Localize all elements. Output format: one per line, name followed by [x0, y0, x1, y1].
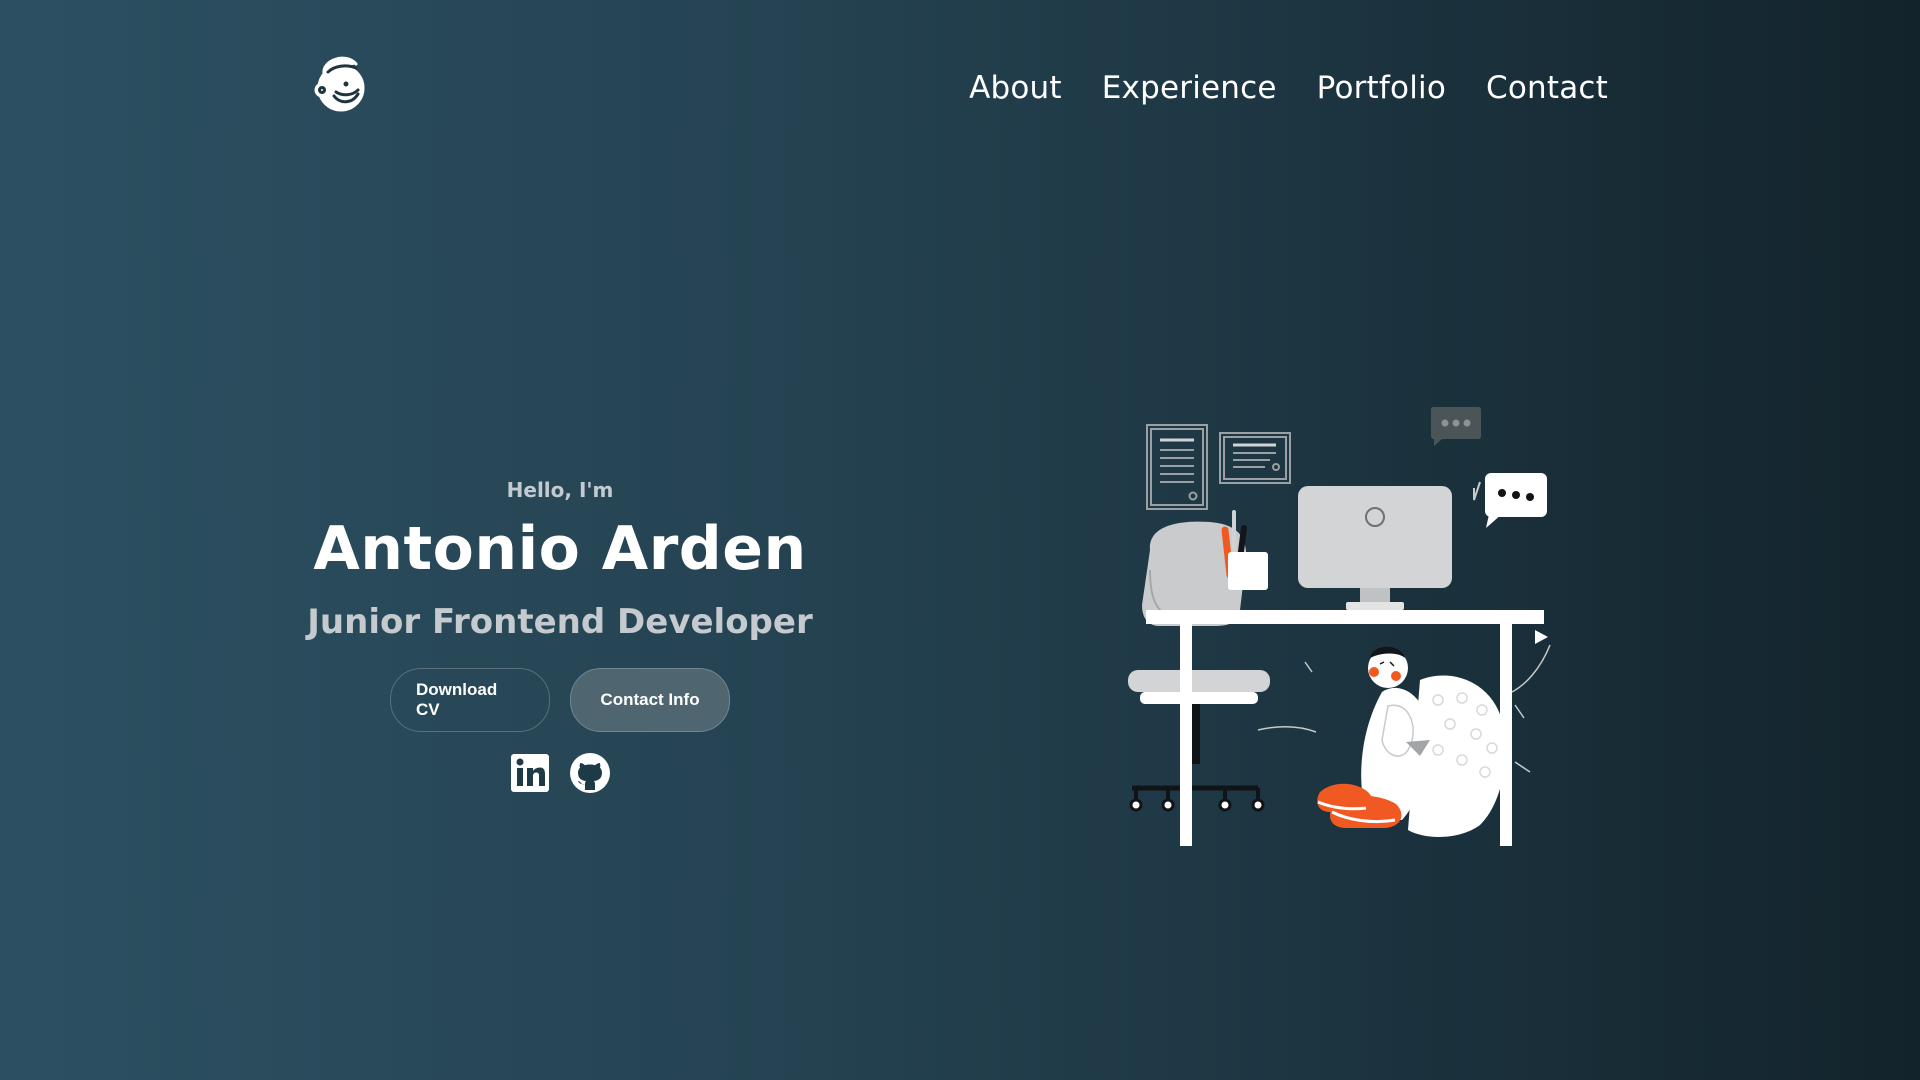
monitor-icon	[1298, 486, 1452, 610]
download-cv-button[interactable]: Download CV	[390, 668, 550, 732]
person-sitting	[1317, 646, 1506, 837]
nav-link-contact[interactable]: Contact	[1486, 70, 1608, 106]
certificate-icon	[1146, 424, 1291, 510]
logo-icon[interactable]	[312, 52, 370, 114]
hero-greeting: Hello, I'm	[506, 478, 614, 502]
main-nav: About Experience Portfolio Contact	[969, 70, 1608, 106]
hero-section: Hello, I'm Antonio Arden Junior Frontend…	[300, 478, 820, 794]
hero-role: Junior Frontend Developer	[307, 602, 813, 642]
hero-name: Antonio Arden	[313, 514, 807, 584]
nav-link-about[interactable]: About	[969, 70, 1062, 106]
developer-desk-illustration	[1120, 400, 1570, 870]
hero-buttons: Download CV Contact Info	[390, 668, 730, 732]
contact-info-button[interactable]: Contact Info	[570, 668, 730, 732]
linkedin-icon[interactable]	[509, 752, 551, 794]
nav-link-portfolio[interactable]: Portfolio	[1317, 70, 1446, 106]
nav-link-experience[interactable]: Experience	[1102, 70, 1277, 106]
social-links	[509, 752, 611, 794]
github-icon[interactable]	[569, 752, 611, 794]
